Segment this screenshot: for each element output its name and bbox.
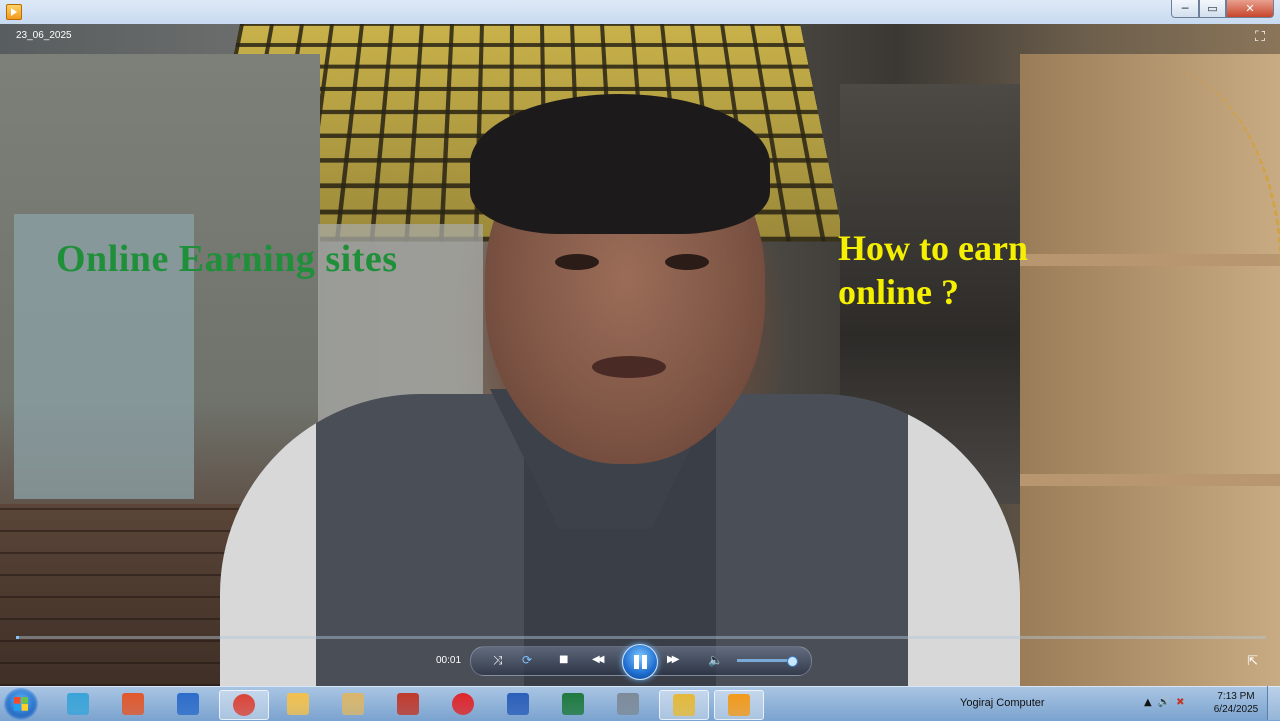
taskbar-button-opera[interactable] [439,690,487,718]
seek-bar[interactable] [16,636,1266,639]
media-player-icon [177,693,199,715]
calculator-icon [617,693,639,715]
overlay-text-left: Online Earning sites [56,238,398,280]
video-date-stamp: 23_06_2025 [16,30,72,41]
rewind-icon[interactable]: ◀◀ [592,652,605,668]
taskbar-button-paint-fire[interactable] [109,690,157,718]
clock-date: 6/24/2025 [1213,704,1259,715]
taskbar-button-paint-palette[interactable] [329,690,377,718]
speaker-icon[interactable]: 🔈 [708,652,723,668]
tray-volume-icon[interactable]: 🔊 [1158,697,1170,708]
repeat-icon[interactable]: ⟳ [522,652,532,668]
video-person [220,94,1020,686]
taskbar-toolbar-label[interactable]: Yogiraj Computer [960,697,1045,709]
system-tray: ▲ 🔊 ✖ [1144,697,1185,708]
window-controls: ─ ▭ ✕ [1171,0,1274,18]
tray-overflow-arrow-icon[interactable]: ▲ [1144,697,1152,708]
opera-icon [452,693,474,715]
minimize-button[interactable]: ─ [1171,0,1199,18]
taskbar-button-media-player[interactable] [164,690,212,718]
media-player-classic-icon [728,694,750,716]
overlay-text-right-line1: How to earn [838,228,1028,268]
close-button[interactable]: ✕ [1226,0,1274,18]
chrome-icon [233,694,255,716]
show-desktop-button[interactable] [1267,686,1280,720]
tray-network-icon[interactable]: ✖ [1176,697,1184,708]
taskbar-button-excel[interactable] [549,690,597,718]
taskbar-button-chrome[interactable] [219,690,269,720]
start-button[interactable] [4,688,38,720]
app-window-icon [397,693,419,715]
person-mouth [592,356,666,378]
elapsed-time: 00:01 [436,655,462,666]
media-player-app-icon[interactable] [6,4,22,20]
window-titlebar: ─ ▭ ✕ [0,0,1280,25]
taskbar-button-word[interactable] [494,690,542,718]
explorer-window-icon [67,693,89,715]
taskbar-button-folder[interactable] [274,690,322,718]
taskbar-clock[interactable]: 7:13 PM 6/24/2025 [1208,690,1264,716]
person-right-eye [665,254,709,270]
seek-bar-progress [16,636,19,639]
excel-icon [562,693,584,715]
shuffle-icon[interactable]: ⤨ [493,652,503,668]
stop-icon[interactable]: ■ [559,652,568,668]
taskbar-button-media-player-classic[interactable] [714,690,764,720]
taskbar [0,686,1280,721]
expand-icon[interactable]: ⇱ [1247,654,1258,669]
overlay-text-right-line2: online ? [838,272,960,312]
corner-arrows-icon[interactable]: ⛶ [1252,29,1268,45]
pause-icon[interactable] [622,644,658,680]
folder-icon [287,693,309,715]
taskbar-button-explorer-window[interactable] [54,690,102,718]
taskbar-button-calculator[interactable] [604,690,652,718]
video-frame[interactable] [0,24,1280,686]
person-hair [470,94,770,234]
maximize-button[interactable]: ▭ [1199,0,1226,18]
paint-palette-icon [342,693,364,715]
clock-time: 7:13 PM [1217,691,1255,702]
taskbar-button-pineapple-app[interactable] [659,690,709,720]
taskbar-button-app-window[interactable] [384,690,432,718]
overlay-text-right: How to earn online ? [838,226,1028,314]
fast-forward-icon[interactable]: ▶▶ [667,652,680,668]
person-left-eye [555,254,599,270]
word-icon [507,693,529,715]
pineapple-app-icon [673,694,695,716]
paint-fire-icon [122,693,144,715]
